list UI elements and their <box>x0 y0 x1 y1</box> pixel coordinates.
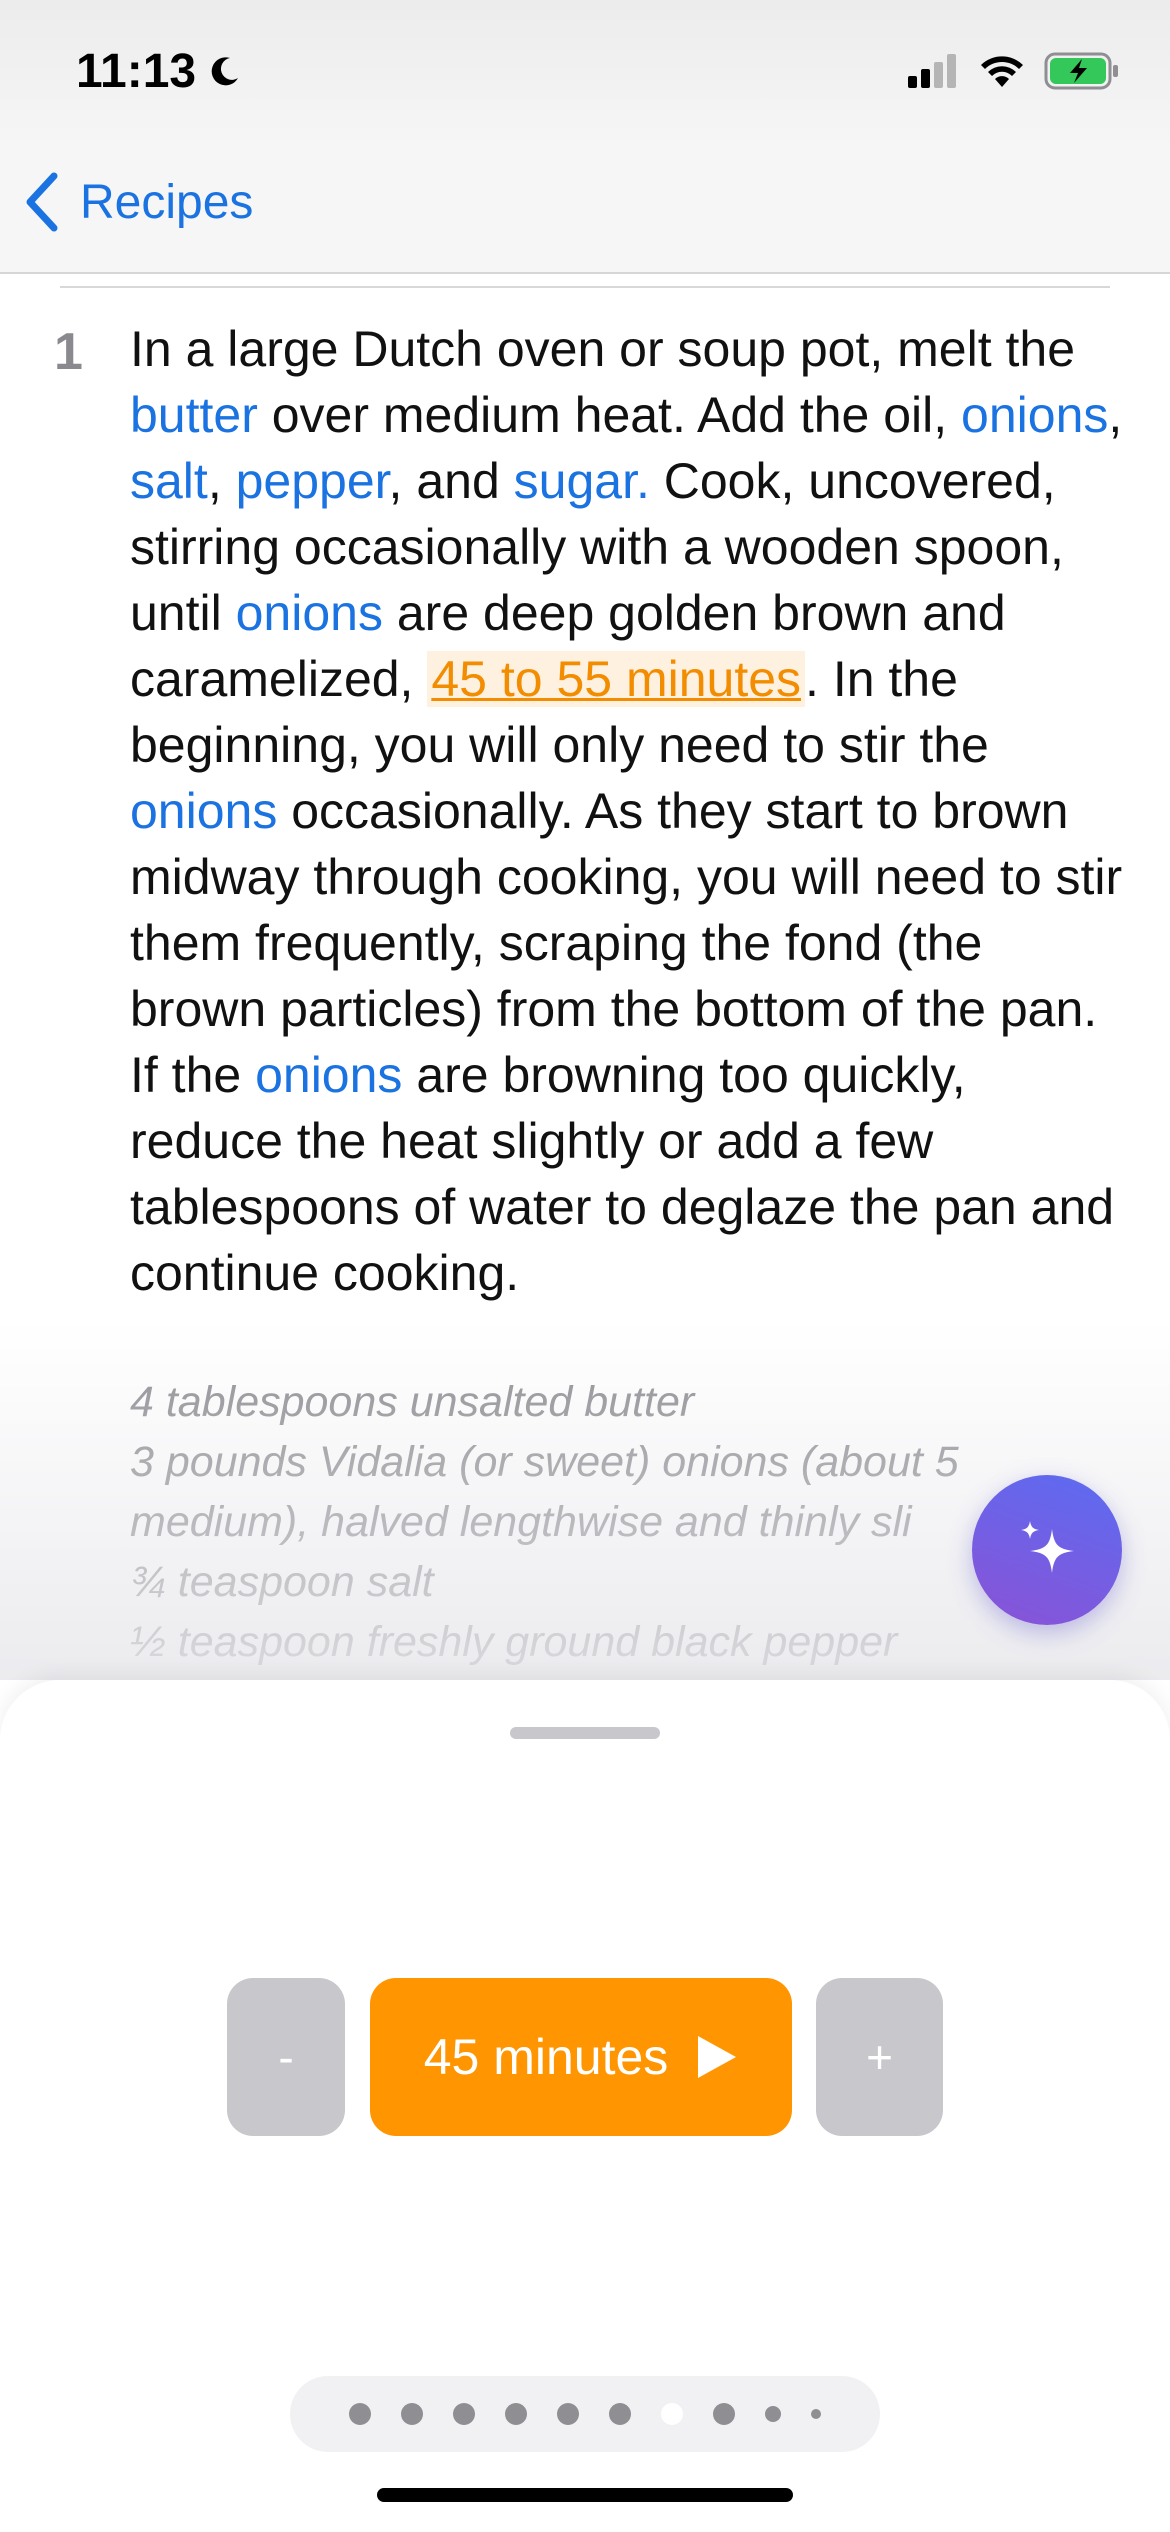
timer-sheet: - 45 minutes + <box>0 1680 1170 2532</box>
page-dot[interactable] <box>505 2403 527 2425</box>
play-icon <box>698 2036 737 2078</box>
back-button[interactable]: Recipes <box>24 172 253 232</box>
status-bar: 11:13 <box>0 0 1170 150</box>
step-instructions: In a large Dutch oven or soup pot, melt … <box>130 316 1130 1306</box>
increase-timer-button[interactable]: + <box>816 1978 943 2136</box>
page-dot[interactable] <box>401 2403 423 2425</box>
step-number: 1 <box>54 323 83 381</box>
ingredient-link[interactable]: pepper <box>236 453 389 509</box>
instruction-text: over medium heat. Add the oil, <box>257 387 962 443</box>
content-divider <box>60 286 1110 288</box>
ingredient-line: ¾ teaspoon salt <box>130 1558 434 1606</box>
ingredient-line: ½ teaspoon freshly ground black pepper <box>130 1618 898 1666</box>
page-dot[interactable] <box>453 2403 475 2425</box>
instruction-text: , and <box>388 453 514 509</box>
timer-link[interactable]: 45 to 55 minutes <box>427 651 806 707</box>
ingredient-line: medium), halved lengthwise and thinly sl… <box>130 1498 912 1546</box>
navigation-bar: Recipes <box>0 150 1170 274</box>
ingredient-link[interactable]: onions <box>255 1047 402 1103</box>
ingredient-line: 4 tablespoons unsalted butter <box>130 1378 695 1426</box>
chevron-left-icon <box>26 172 58 232</box>
ingredient-link[interactable]: butter <box>130 387 258 443</box>
page-dot[interactable] <box>349 2403 371 2425</box>
wifi-icon <box>981 56 1023 87</box>
status-time-label: 11:13 <box>76 45 197 98</box>
ai-assistant-button[interactable] <box>972 1475 1122 1625</box>
home-indicator <box>377 2488 793 2502</box>
instruction-text: In a large Dutch oven or soup pot, melt … <box>130 321 1075 377</box>
ingredient-link[interactable]: onions <box>130 783 277 839</box>
page-dot[interactable] <box>713 2403 735 2425</box>
page-dot[interactable] <box>811 2409 821 2419</box>
page-dot[interactable] <box>557 2403 579 2425</box>
cellular-signal-icon <box>908 54 956 88</box>
page-dot[interactable] <box>765 2406 781 2422</box>
decrease-timer-button[interactable]: - <box>227 1978 345 2136</box>
ingredient-link[interactable]: salt <box>130 453 208 509</box>
step-ingredients-list: 4 tablespoons unsalted butter 3 pounds V… <box>130 1372 1090 1672</box>
step-page-indicator[interactable] <box>290 2376 880 2452</box>
sheet-grabber[interactable] <box>510 1727 660 1739</box>
page-dot[interactable] <box>609 2403 631 2425</box>
ingredient-link[interactable]: onions <box>961 387 1108 443</box>
sparkles-icon <box>1021 1521 1074 1573</box>
moon-icon <box>211 56 239 85</box>
ingredient-line: 3 pounds Vidalia (or sweet) onions (abou… <box>130 1438 959 1486</box>
ingredient-link[interactable]: sugar. <box>514 453 650 509</box>
instruction-text: , <box>207 453 236 509</box>
ingredient-link[interactable]: onions <box>236 585 383 641</box>
page-dot[interactable] <box>661 2403 683 2425</box>
back-button-label: Recipes <box>80 175 254 229</box>
status-icons <box>908 52 1120 90</box>
start-timer-button[interactable]: 45 minutes <box>370 1978 792 2136</box>
status-time: 11:13 <box>76 44 244 99</box>
timer-duration-label: 45 minutes <box>423 2029 669 2085</box>
instruction-text: , <box>1108 387 1123 443</box>
battery-charging-icon <box>1044 52 1118 90</box>
